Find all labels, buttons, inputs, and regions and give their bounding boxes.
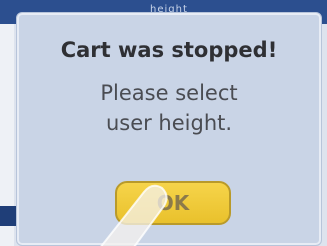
screen: height Cart was stopped! Please select u… [0, 0, 327, 246]
ok-button[interactable]: OK [115, 181, 231, 225]
dialog-title: Cart was stopped! [60, 38, 278, 62]
dialog-message-line1: Please select [100, 81, 238, 105]
alert-dialog: Cart was stopped! Please select user hei… [16, 12, 322, 246]
dialog-message: Please select user height. [17, 78, 321, 138]
dialog-message-line2: user height. [105, 111, 233, 135]
